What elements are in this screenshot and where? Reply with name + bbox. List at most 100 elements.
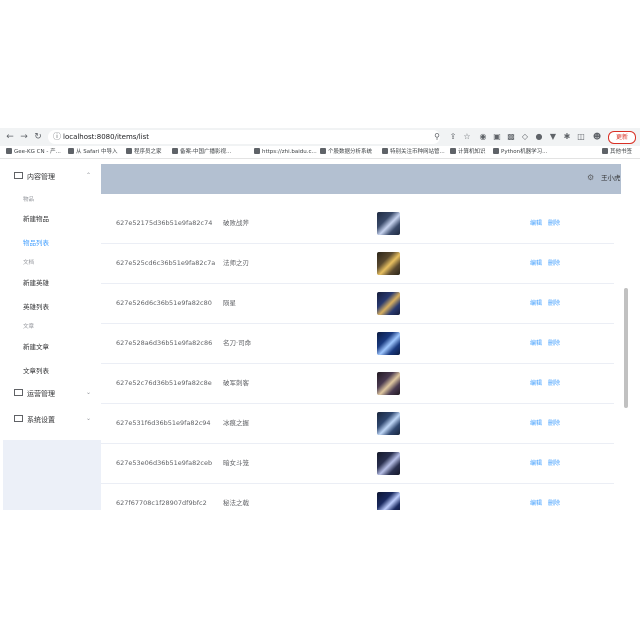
extension-icon-5[interactable]: ● [534, 132, 544, 142]
reload-icon[interactable]: ↻ [32, 131, 44, 143]
share-icon[interactable]: ⇪ [448, 132, 458, 142]
bookmark-item[interactable]: 计算机知识 [450, 146, 486, 158]
extension-icon-2[interactable]: ▣ [492, 132, 502, 142]
delete-button[interactable]: 删除 [548, 284, 560, 323]
address-bar[interactable]: ⓘ localhost:8080/items/list [48, 130, 440, 144]
back-icon[interactable]: ← [4, 131, 16, 143]
sidebar-item-hero-list[interactable]: 英雄列表 [23, 301, 49, 311]
menu-content-management[interactable]: 内容管理 [14, 172, 55, 182]
item-id: 627e526d6c36b51e9fa82c80 [116, 299, 212, 307]
menu-group-title: 文章 [23, 324, 35, 330]
bookmark-item[interactable]: Python机器学习... [493, 146, 547, 158]
edit-button[interactable]: 编辑 [530, 444, 542, 483]
star-icon[interactable]: ☆ [462, 132, 472, 142]
delete-button[interactable]: 删除 [548, 364, 560, 403]
delete-button[interactable]: 删除 [548, 404, 560, 443]
table-row: 627e526d6c36b51e9fa82c80 陨星 编辑 删除 [101, 284, 614, 324]
menu-group-title: 文档 [23, 260, 35, 266]
item-name: 冰痕之握 [223, 419, 249, 427]
item-name: 法师之刃 [223, 259, 249, 267]
edit-button[interactable]: 编辑 [530, 204, 542, 243]
delete-button[interactable]: 删除 [548, 484, 560, 510]
menu-operations[interactable]: 运营管理 [14, 389, 55, 399]
globe-icon [450, 148, 456, 154]
bookmark-item[interactable]: https://zhi.baidu.c... [254, 146, 317, 158]
table-row: 627e52c76d36b51e9fa82c8e 破军刺客 编辑 删除 [101, 364, 614, 404]
sidebar-item-item-list[interactable]: 物品列表 [23, 237, 49, 247]
item-thumbnail [377, 372, 400, 395]
sidebar-item-new-article[interactable]: 新建文章 [23, 341, 49, 351]
item-name: 破军刺客 [223, 379, 249, 387]
zoom-icon[interactable]: ⚲ [432, 132, 442, 142]
item-id: 627e53e06d36b51e9fa82ceb [116, 459, 213, 467]
sidebar-item-article-list[interactable]: 文章列表 [23, 365, 49, 375]
item-thumbnail [377, 492, 400, 510]
edit-button[interactable]: 编辑 [530, 364, 542, 403]
browser-window: ← → ↻ ⓘ localhost:8080/items/list ⚲ ⇪ ☆ … [0, 128, 640, 510]
avatar-icon[interactable]: ☻ [592, 132, 602, 142]
item-id: 627e528a6d36b51e9fa82c86 [116, 339, 213, 347]
item-name: 破败战斧 [223, 219, 249, 227]
extension-icon-6[interactable]: ▼ [548, 132, 558, 142]
edit-button[interactable]: 编辑 [530, 404, 542, 443]
user-name[interactable]: 王小虎 [601, 173, 621, 183]
delete-button[interactable]: 删除 [548, 204, 560, 243]
edit-button[interactable]: 编辑 [530, 324, 542, 363]
update-button[interactable]: 更新 [608, 131, 636, 144]
edit-button[interactable]: 编辑 [530, 244, 542, 283]
settings-icon[interactable]: ⚙ [587, 173, 597, 183]
delete-button[interactable]: 删除 [548, 244, 560, 283]
bookmark-item[interactable]: 个股数据分析系统 [320, 146, 372, 158]
puzzle-icon[interactable]: ✱ [562, 132, 572, 142]
chevron-down-icon: ⌄ [86, 389, 92, 396]
item-id: 627e531f6d36b51e9fa82c94 [116, 419, 211, 427]
mail-icon [14, 415, 23, 422]
extension-icon-1[interactable]: ◉ [478, 132, 488, 142]
item-id: 627f67708c1f28907df9bfc2 [116, 499, 207, 507]
item-thumbnail [377, 212, 400, 235]
item-name: 陨星 [223, 299, 236, 307]
globe-icon [172, 148, 178, 154]
sidebar-item-new-hero[interactable]: 新建英雄 [23, 277, 49, 287]
bookmarks-bar: Gee-KG CN - 产... 从 Safari 中导入 程序员之家 备案-中… [0, 146, 640, 159]
forward-icon[interactable]: → [18, 131, 30, 143]
chevron-down-icon: ⌄ [86, 415, 92, 422]
table-row: 627e531f6d36b51e9fa82c94 冰痕之握 编辑 删除 [101, 404, 614, 444]
url-text: localhost:8080/items/list [63, 133, 150, 141]
menu-system-settings[interactable]: 系统设置 [14, 415, 55, 425]
info-icon: ⓘ [53, 132, 61, 141]
sidepanel-icon[interactable]: ◫ [576, 132, 586, 142]
item-name: 暗女斗笼 [223, 459, 249, 467]
edit-button[interactable]: 编辑 [530, 484, 542, 510]
extension-icon-4[interactable]: ◇ [520, 132, 530, 142]
address-toolbar: ← → ↻ ⓘ localhost:8080/items/list ⚲ ⇪ ☆ … [0, 128, 640, 146]
table-row: 627e525cd6c36b51e9fa82c7a 法师之刃 编辑 删除 [101, 244, 614, 284]
item-id: 627e52175d36b51e9fa82c74 [116, 219, 213, 227]
table-row: 627e528a6d36b51e9fa82c86 名刀·司命 编辑 删除 [101, 324, 614, 364]
item-thumbnail [377, 452, 400, 475]
bookmark-item[interactable]: Gee-KG CN - 产... [6, 146, 61, 158]
mail-icon [14, 389, 23, 396]
table-row: 627e52175d36b51e9fa82c74 破败战斧 编辑 删除 [101, 204, 614, 244]
items-table: 627e52175d36b51e9fa82c74 破败战斧 编辑 删除 627e525c… [101, 204, 614, 510]
item-thumbnail [377, 292, 400, 315]
delete-button[interactable]: 删除 [548, 444, 560, 483]
extension-icon-3[interactable]: ▩ [506, 132, 516, 142]
bookmark-item[interactable]: 从 Safari 中导入 [68, 146, 117, 158]
item-thumbnail [377, 332, 400, 355]
bookmark-icon [320, 148, 326, 154]
delete-button[interactable]: 删除 [548, 324, 560, 363]
menu-group-title: 物品 [23, 197, 35, 203]
paw-icon [254, 148, 260, 154]
scrollbar-thumb[interactable] [624, 288, 628, 408]
bookmark-item[interactable]: 备案-中国广播影视... [172, 146, 231, 158]
bookmark-item[interactable]: 其他书签 [602, 146, 632, 158]
item-thumbnail [377, 252, 400, 275]
bookmark-item[interactable]: 特别关注币种网站管... [382, 146, 445, 158]
item-name: 秘法之戟 [223, 499, 249, 507]
edit-button[interactable]: 编辑 [530, 284, 542, 323]
bookmark-item[interactable]: 程序员之家 [126, 146, 162, 158]
table-row: 627f67708c1f28907df9bfc2 秘法之戟 编辑 删除 [101, 484, 614, 510]
sidebar-item-new-item[interactable]: 新建物品 [23, 213, 49, 223]
item-id: 627e525cd6c36b51e9fa82c7a [116, 259, 216, 267]
